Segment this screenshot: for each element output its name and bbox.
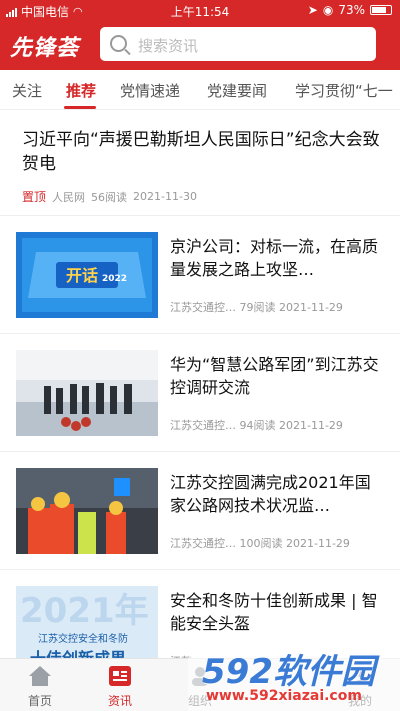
list-item[interactable]: 华为“智慧公路军团”到江苏交控调研交流 江苏交通控… 94阅读 2021-11-…: [0, 335, 400, 452]
app-logo: 先锋荟: [10, 36, 80, 61]
tab-follow[interactable]: 关注: [12, 80, 42, 101]
location-icon: ➤: [307, 3, 318, 17]
tab-study[interactable]: 学习贯彻“七一: [295, 80, 393, 101]
article-thumbnail: [16, 350, 158, 436]
news-icon: [109, 666, 131, 686]
watermark-logo: 592软件园: [202, 652, 375, 692]
tab-recommend[interactable]: 推荐: [66, 80, 96, 101]
battery-icon: [370, 5, 392, 15]
site-watermark: 592软件园 www.592xiazai.com: [188, 642, 400, 711]
article-source: 江苏交通控…: [170, 537, 236, 550]
pinned-badge: 置顶: [22, 190, 47, 204]
thumb-text-year: 2021年: [20, 591, 149, 631]
lock-icon: ◉: [322, 3, 334, 17]
article-source: 江苏交通控…: [170, 301, 236, 314]
article-reads: 100阅读: [239, 537, 283, 550]
nav-label: 首页: [27, 694, 52, 708]
featured-article[interactable]: 习近平向“声援巴勒斯坦人民国际日”纪念大会致贺电 置顶 人民网 56阅读 202…: [0, 110, 400, 216]
list-item[interactable]: 开话 2022 京沪公司：对标一流，在高质量发展之路上攻坚… 江苏交通控… 79…: [0, 217, 400, 334]
article-thumbnail: 开话 2022: [16, 232, 158, 318]
status-bar: 中国电信 ◠ 上午11:54 ➤ ◉ 73%: [0, 0, 400, 20]
article-date: 2021-11-29: [279, 301, 343, 314]
search-bar[interactable]: 搜索资讯: [100, 27, 376, 61]
nav-label: 资讯: [107, 694, 132, 708]
article-reads: 56阅读: [91, 190, 128, 204]
article-title: 江苏交控圆满完成2021年国家公路网技术状况监…: [170, 473, 371, 515]
list-item[interactable]: 江苏交控圆满完成2021年国家公路网技术状况监… 江苏交通控… 100阅读 20…: [0, 453, 400, 570]
article-source: 人民网: [52, 190, 86, 204]
nav-home[interactable]: 首页: [0, 659, 80, 711]
article-title: 习近平向“声援巴勒斯坦人民国际日”纪念大会致贺电: [22, 130, 380, 174]
search-placeholder: 搜索资讯: [138, 37, 199, 55]
article-reads: 94阅读: [239, 419, 276, 432]
article-source: 江苏交通控…: [170, 419, 236, 432]
home-icon: [29, 666, 51, 686]
search-icon: [110, 35, 127, 52]
thumb-text-year: 2022: [102, 274, 127, 284]
tab-party-building[interactable]: 党建要闻: [207, 80, 267, 101]
thumb-text-start: 开话: [66, 266, 98, 285]
nav-news[interactable]: 资讯: [80, 659, 160, 711]
watermark-url: www.592xiazai.com: [206, 688, 362, 704]
article-title: 京沪公司：对标一流，在高质量发展之路上攻坚…: [170, 237, 379, 279]
tab-party-news[interactable]: 党情速递: [120, 80, 180, 101]
article-date: 2021-11-30: [133, 190, 197, 203]
article-date: 2021-11-29: [279, 419, 343, 432]
category-tabs: 关注 推荐 党情速递 党建要闻 学习贯彻“七一: [0, 70, 400, 110]
article-title: 华为“智慧公路军团”到江苏交控调研交流: [170, 355, 379, 397]
article-date: 2021-11-29: [286, 537, 350, 550]
article-thumbnail: [16, 468, 158, 554]
app-header: 中国电信 ◠ 上午11:54 ➤ ◉ 73% 先锋荟 搜索资讯: [0, 0, 400, 70]
thumb-text-sub: 江苏交控安全和冬防: [38, 632, 128, 645]
active-tab-indicator: [64, 106, 96, 109]
article-reads: 79阅读: [239, 301, 276, 314]
battery-percent: 73%: [338, 3, 365, 17]
article-title: 安全和冬防十佳创新成果 | 智能安全头盔: [170, 591, 378, 633]
